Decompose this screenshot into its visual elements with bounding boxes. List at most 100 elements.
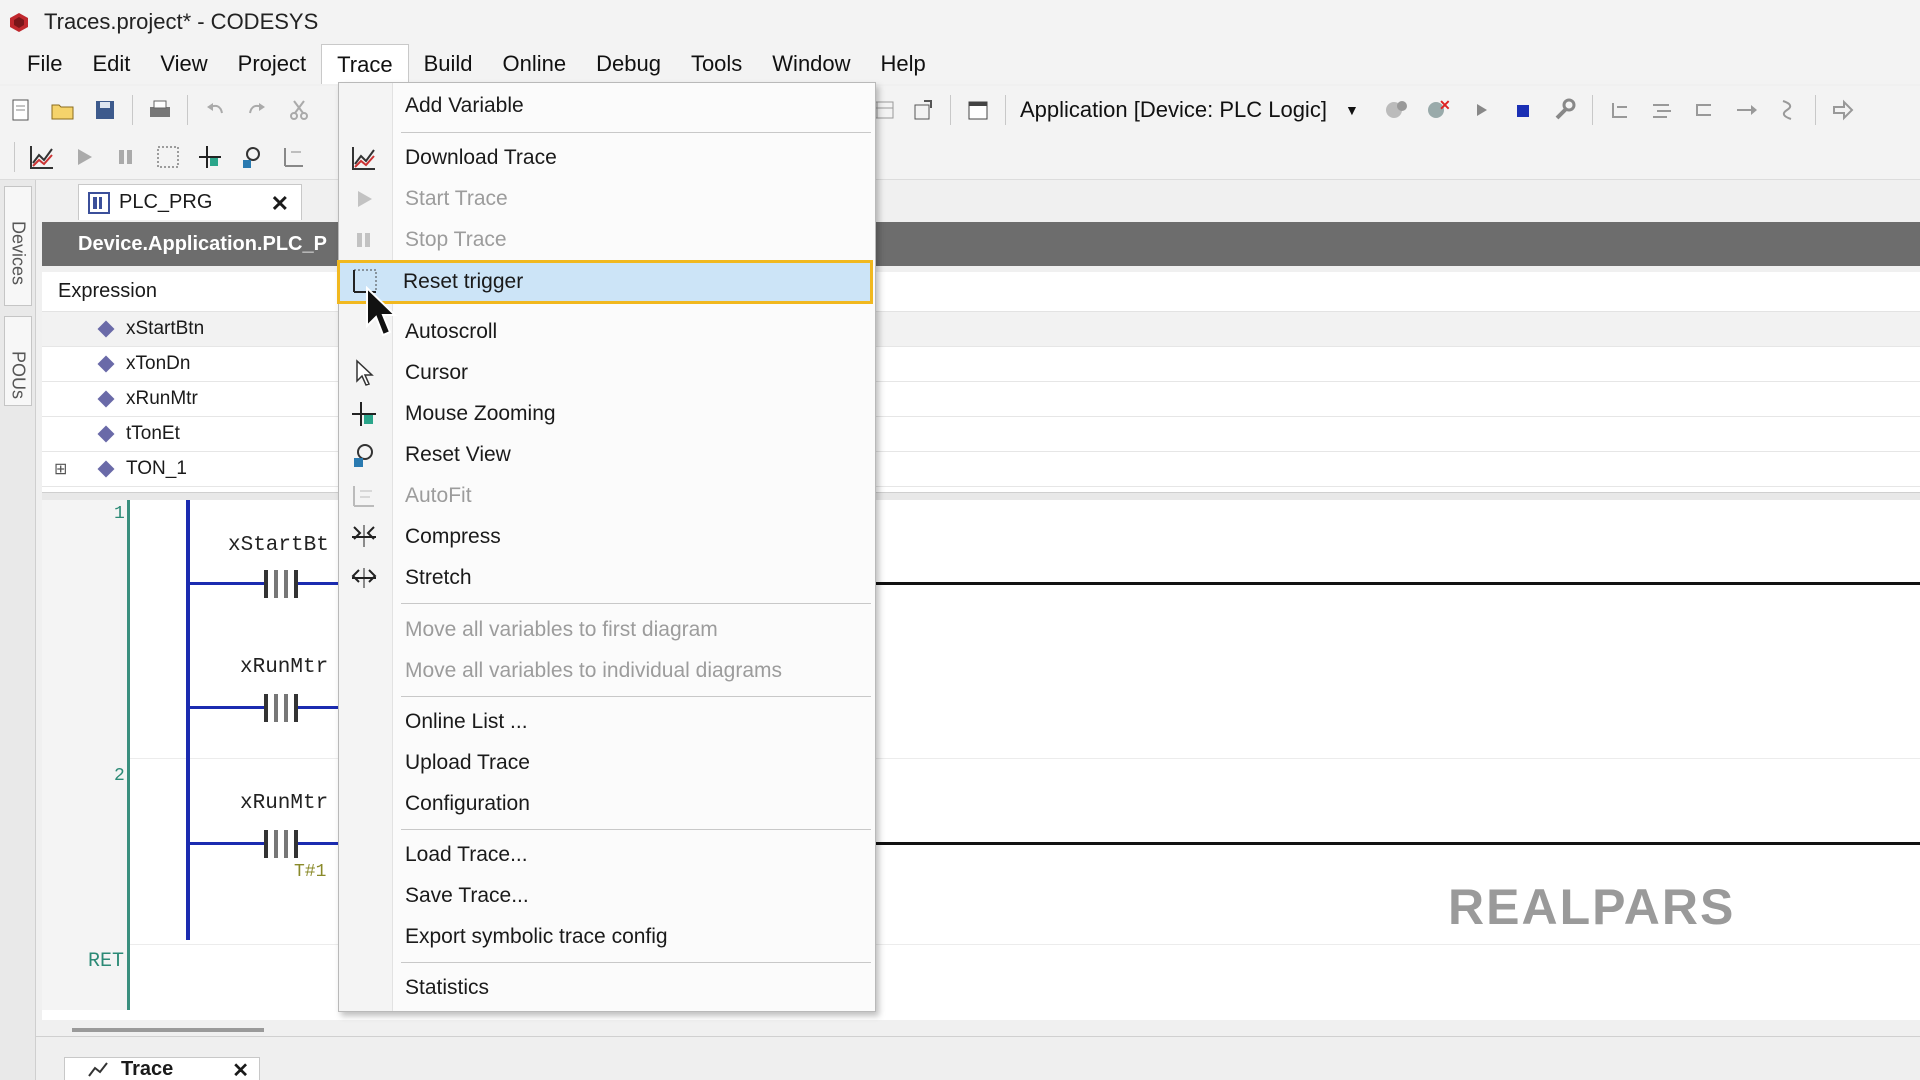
svg-text:✕: ✕ — [1439, 97, 1451, 113]
reset-view-icon[interactable] — [234, 139, 270, 175]
stop-trace-icon[interactable] — [108, 139, 144, 175]
menu-online[interactable]: Online — [488, 44, 582, 84]
menu-item-mouse-zooming[interactable]: Mouse Zooming — [339, 395, 877, 433]
pou-icon — [88, 192, 110, 214]
rung-wire — [876, 842, 1920, 845]
menu-item-label: AutoFit — [405, 484, 472, 507]
stop-icon[interactable] — [1505, 92, 1541, 128]
variable-row[interactable]: tTonEt — [42, 417, 1920, 452]
menu-item-cursor[interactable]: Cursor — [339, 354, 877, 392]
menu-item-autofit[interactable]: AutoFit — [339, 477, 877, 515]
menu-item-add-variable[interactable]: Add Variable — [339, 87, 877, 125]
return-label: RET — [88, 950, 125, 973]
start-trace-icon[interactable] — [66, 139, 102, 175]
mouse-zooming-icon[interactable] — [192, 139, 228, 175]
calendar-icon[interactable] — [960, 92, 996, 128]
menu-item-reset-view[interactable]: Reset View — [339, 436, 877, 474]
set-next-statement-icon[interactable] — [1770, 92, 1806, 128]
menu-item-statistics[interactable]: Statistics — [339, 969, 877, 1007]
menu-edit[interactable]: Edit — [77, 44, 145, 84]
new-file-icon[interactable] — [3, 92, 39, 128]
run-to-cursor-icon[interactable] — [1728, 92, 1764, 128]
logout-icon[interactable]: ✕ — [1421, 92, 1457, 128]
menu-window[interactable]: Window — [757, 44, 865, 84]
login-icon[interactable] — [1379, 92, 1415, 128]
close-icon[interactable]: ✕ — [232, 1058, 249, 1080]
open-folder-icon[interactable] — [45, 92, 81, 128]
step-out-icon[interactable] — [1686, 92, 1722, 128]
menu-item-reset-trigger[interactable]: Reset trigger — [337, 260, 873, 304]
horizontal-scrollbar[interactable] — [72, 1028, 264, 1032]
variable-name: xRunMtr — [126, 388, 198, 409]
tab-plc-prg[interactable]: PLC_PRG ✕ — [78, 184, 302, 220]
play-icon[interactable] — [1463, 92, 1499, 128]
menu-item-stop-trace[interactable]: Stop Trace — [339, 221, 877, 259]
menu-item-save-trace[interactable]: Save Trace... — [339, 877, 877, 915]
menu-item-download-trace[interactable]: Download Trace — [339, 139, 877, 177]
menu-debug[interactable]: Debug — [581, 44, 676, 84]
menu-tools[interactable]: Tools — [676, 44, 757, 84]
show-current-statement-icon[interactable] — [1825, 92, 1861, 128]
crosshair-icon — [349, 400, 379, 428]
timer-preset-text: T#1 — [294, 862, 327, 882]
expand-plus-icon[interactable]: ⊞ — [54, 459, 67, 479]
print-icon[interactable] — [142, 92, 178, 128]
application-selector[interactable]: Application [Device: PLC Logic] ▼ — [1020, 97, 1359, 123]
variable-name: TON_1 — [126, 458, 187, 479]
window-title: Traces.project* - CODESYS — [44, 9, 319, 34]
menu-separator — [401, 603, 871, 604]
contact-symbol[interactable] — [264, 570, 298, 598]
trace-toolbar — [0, 134, 1920, 180]
rung-wire — [298, 842, 338, 845]
editor-splitter[interactable] — [42, 492, 1920, 500]
menu-item-stretch[interactable]: Stretch — [339, 559, 877, 597]
menu-build[interactable]: Build — [409, 44, 488, 84]
cut-icon[interactable] — [281, 92, 317, 128]
step-over-icon[interactable] — [1602, 92, 1638, 128]
menu-file[interactable]: File — [12, 44, 77, 84]
compress-icon — [349, 523, 379, 551]
menu-project[interactable]: Project — [223, 44, 321, 84]
menu-item-autoscroll[interactable]: Autoscroll — [339, 313, 877, 351]
variable-row[interactable]: xStartBtn — [42, 312, 1920, 347]
menu-item-online-list[interactable]: Online List ... — [339, 703, 877, 741]
contact-symbol[interactable] — [264, 830, 298, 858]
realpars-watermark: REALPARS — [1448, 879, 1736, 935]
menu-item-label: Export symbolic trace config — [405, 925, 668, 948]
contact-symbol[interactable] — [264, 694, 298, 722]
variable-row[interactable]: xTonDn — [42, 347, 1920, 382]
menu-item-label: Move all variables to individual diagram… — [405, 659, 783, 682]
menu-item-move-to-individual-diagrams[interactable]: Move all variables to individual diagram… — [339, 652, 877, 690]
variable-row[interactable]: xRunMtr — [42, 382, 1920, 417]
toolbar-grip — [14, 141, 15, 172]
download-trace-icon[interactable] — [24, 139, 60, 175]
reset-trigger-icon[interactable] — [150, 139, 186, 175]
menu-separator — [401, 132, 871, 133]
save-icon[interactable] — [87, 92, 123, 128]
undo-icon[interactable] — [197, 92, 233, 128]
menu-item-label: Download Trace — [405, 146, 557, 169]
menu-item-load-trace[interactable]: Load Trace... — [339, 836, 877, 874]
variable-row[interactable]: ⊞ TON_1 — [42, 452, 1920, 487]
tools-icon[interactable] — [1547, 92, 1583, 128]
devices-panel-tab[interactable]: Devices — [4, 186, 32, 306]
menu-item-export-symbolic-trace-config[interactable]: Export symbolic trace config — [339, 918, 877, 956]
menu-item-configuration[interactable]: Configuration — [339, 785, 877, 823]
menu-item-start-trace[interactable]: Start Trace — [339, 180, 877, 218]
tab-trace[interactable]: Trace ✕ — [64, 1057, 260, 1080]
step-into-icon[interactable] — [1644, 92, 1680, 128]
menu-item-upload-trace[interactable]: Upload Trace — [339, 744, 877, 782]
autofit-icon[interactable] — [276, 139, 312, 175]
redo-icon[interactable] — [239, 92, 275, 128]
export-icon[interactable] — [905, 92, 941, 128]
variable-icon — [97, 320, 115, 338]
menu-help[interactable]: Help — [866, 44, 941, 84]
close-icon[interactable]: ✕ — [271, 191, 289, 217]
menu-trace[interactable]: Trace — [321, 44, 409, 84]
menu-view[interactable]: View — [145, 44, 222, 84]
menu-item-move-to-first-diagram[interactable]: Move all variables to first diagram — [339, 611, 877, 649]
menu-item-compress[interactable]: Compress — [339, 518, 877, 556]
expression-column-header: Expression — [42, 272, 1920, 312]
menu-item-label: Move all variables to first diagram — [405, 618, 718, 641]
pous-panel-tab[interactable]: POUs — [4, 316, 32, 406]
